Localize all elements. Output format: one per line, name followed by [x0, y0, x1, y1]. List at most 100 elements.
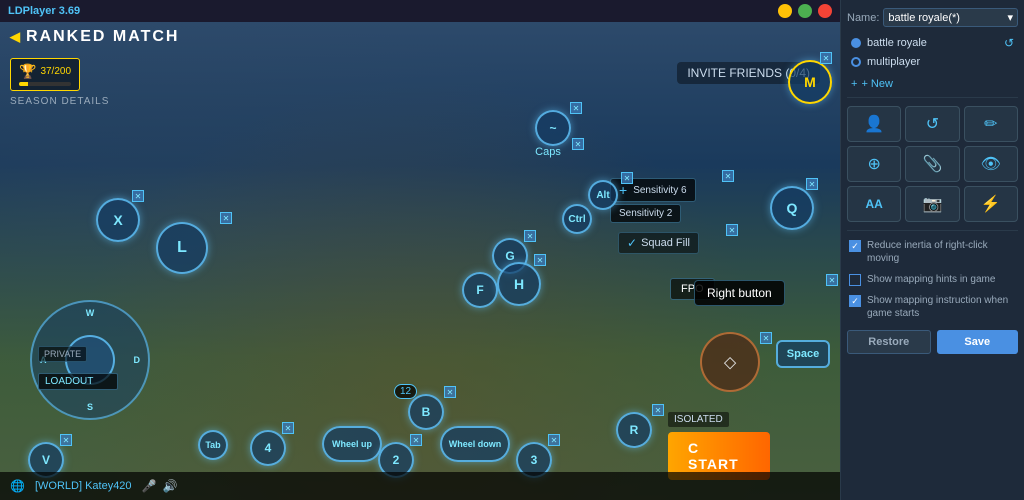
close-3[interactable]: ✕ — [548, 434, 560, 446]
isolated-label: ISOLATED — [668, 412, 729, 427]
icon-pencil[interactable]: ✏ — [964, 106, 1018, 142]
restore-button[interactable]: Restore — [847, 330, 931, 354]
name-label: Name: — [847, 12, 879, 24]
icon-loop[interactable]: ↺ — [905, 106, 959, 142]
close-caps[interactable]: ✕ — [572, 138, 584, 150]
close-squad[interactable]: ✕ — [726, 224, 738, 236]
key-x[interactable]: X — [96, 198, 140, 242]
close-x2[interactable]: ✕ — [220, 212, 232, 224]
aim-button[interactable]: ⬦ — [700, 332, 760, 392]
checkbox-3[interactable]: ✓ — [849, 295, 861, 307]
title-bar: LDPlayer 3.69 — [0, 0, 840, 22]
hud-top: ◀ RANKED MATCH — [0, 28, 840, 46]
divider-2 — [847, 230, 1018, 231]
checkbox-label-2: Show mapping hints in game — [867, 273, 995, 286]
icon-aa[interactable]: AA — [847, 186, 901, 222]
close-sens6[interactable]: ✕ — [722, 170, 734, 182]
key-alt[interactable]: Alt — [588, 180, 618, 210]
key-h[interactable]: H — [497, 262, 541, 306]
right-panel: Name: battle royale(*) ▾ battle royale ↺… — [840, 0, 1024, 500]
new-profile-button[interactable]: + + New — [847, 75, 1018, 93]
radio-active — [851, 38, 861, 48]
key-ctrl[interactable]: Ctrl — [562, 204, 592, 234]
icon-paperclip[interactable]: 📎 — [905, 146, 959, 182]
season-label: SEASON DETAILS — [10, 96, 109, 107]
player-name: [WORLD] Katey420 — [35, 480, 132, 492]
private-tag: PRIVATE — [38, 346, 87, 362]
checkbox-label-1: Reduce inertia of right-click moving — [867, 239, 1016, 265]
close-2[interactable]: ✕ — [410, 434, 422, 446]
checkbox-row-2[interactable]: Show mapping hints in game — [847, 269, 1018, 290]
key-f[interactable]: F — [462, 272, 498, 308]
wasd-d: D — [134, 355, 141, 365]
save-button[interactable]: Save — [937, 330, 1019, 354]
game-area: ◀ RANKED MATCH 🏆 37/200 SEASON DETAILS I… — [0, 22, 840, 500]
profile-name-2: multiplayer — [867, 56, 920, 68]
icon-eye[interactable]: 👁 — [964, 146, 1018, 182]
back-button[interactable]: ◀ — [10, 29, 20, 45]
wasd-w: W — [86, 308, 95, 318]
plus-icon: + — [851, 78, 857, 90]
profile-name-row: Name: battle royale(*) ▾ — [847, 8, 1018, 27]
checkbox-label-3: Show mapping instruction when game start… — [867, 294, 1016, 320]
close-r[interactable]: ✕ — [652, 404, 664, 416]
space-button[interactable]: Space — [776, 340, 830, 368]
profile-list: battle royale ↺ multiplayer — [847, 33, 1018, 71]
key-m[interactable]: M — [788, 60, 832, 104]
item-count: 12 — [394, 384, 417, 399]
checkbox-2[interactable] — [849, 274, 861, 286]
close-space[interactable]: ✕ — [760, 332, 772, 344]
key-l[interactable]: L — [156, 222, 208, 274]
radio-inactive — [851, 57, 861, 67]
icon-person[interactable]: 👤 — [847, 106, 901, 142]
icon-lightning[interactable]: ⚡ — [964, 186, 1018, 222]
close-m[interactable]: ✕ — [820, 52, 832, 64]
key-wheel-down[interactable]: Wheel down — [440, 426, 510, 462]
maximize-button[interactable] — [798, 4, 812, 18]
profile-name-1: battle royale — [867, 37, 927, 49]
profile-multiplayer[interactable]: multiplayer — [847, 53, 1018, 71]
key-tilde[interactable]: ~ — [535, 110, 571, 146]
checkbox-1[interactable]: ✓ — [849, 240, 861, 252]
key-b[interactable]: B — [408, 394, 444, 430]
key-q[interactable]: Q — [770, 186, 814, 230]
close-v[interactable]: ✕ — [60, 434, 72, 446]
close-b[interactable]: ✕ — [444, 386, 456, 398]
close-4[interactable]: ✕ — [282, 422, 294, 434]
close-rightbtn[interactable]: ✕ — [826, 274, 838, 286]
mic-icon[interactable]: 🎤 — [142, 479, 157, 493]
sensitivity-2[interactable]: Sensitivity 2 — [610, 204, 681, 223]
minimize-button[interactable] — [778, 4, 792, 18]
close-x[interactable]: ✕ — [132, 190, 144, 202]
icon-crosshair[interactable]: ⊕ — [847, 146, 901, 182]
close-tilde[interactable]: ✕ — [570, 102, 582, 114]
icon-camera[interactable]: 📷 — [905, 186, 959, 222]
close-alt[interactable]: ✕ — [621, 172, 633, 184]
panel-actions: Restore Save — [847, 330, 1018, 354]
checkbox-row-1[interactable]: ✓ Reduce inertia of right-click moving — [847, 235, 1018, 269]
bottom-icons: 🎤 🔊 — [142, 479, 178, 493]
loadout-tab[interactable]: LOADOUT — [38, 373, 118, 390]
key-4[interactable]: 4 — [250, 430, 286, 466]
squad-fill[interactable]: ✓ Squad Fill — [618, 232, 699, 254]
profile-select[interactable]: battle royale(*) ▾ — [883, 8, 1018, 27]
checkbox-row-3[interactable]: ✓ Show mapping instruction when game sta… — [847, 290, 1018, 324]
icon-grid: 👤 ↺ ✏ ⊕ 📎 👁 AA 📷 ⚡ — [847, 106, 1018, 222]
profile-battle-royale[interactable]: battle royale ↺ — [847, 33, 1018, 53]
bottom-bar: 🌐 [WORLD] Katey420 🎤 🔊 — [0, 472, 840, 500]
caps-label: Caps — [522, 146, 574, 158]
right-button-tooltip: Right button — [694, 280, 785, 306]
close-g[interactable]: ✕ — [524, 230, 536, 242]
speaker-icon[interactable]: 🔊 — [163, 479, 178, 493]
close-h[interactable]: ✕ — [534, 254, 546, 266]
divider — [847, 97, 1018, 98]
key-tab[interactable]: Tab — [198, 430, 228, 460]
player-level: 37/200 — [40, 66, 71, 77]
player-info: 🏆 37/200 — [10, 58, 80, 91]
key-wheel-up[interactable]: Wheel up — [322, 426, 382, 462]
wasd-s: S — [87, 402, 93, 412]
key-r[interactable]: R — [616, 412, 652, 448]
reset-icon[interactable]: ↺ — [1004, 36, 1014, 50]
close-button[interactable] — [818, 4, 832, 18]
close-q[interactable]: ✕ — [806, 178, 818, 190]
